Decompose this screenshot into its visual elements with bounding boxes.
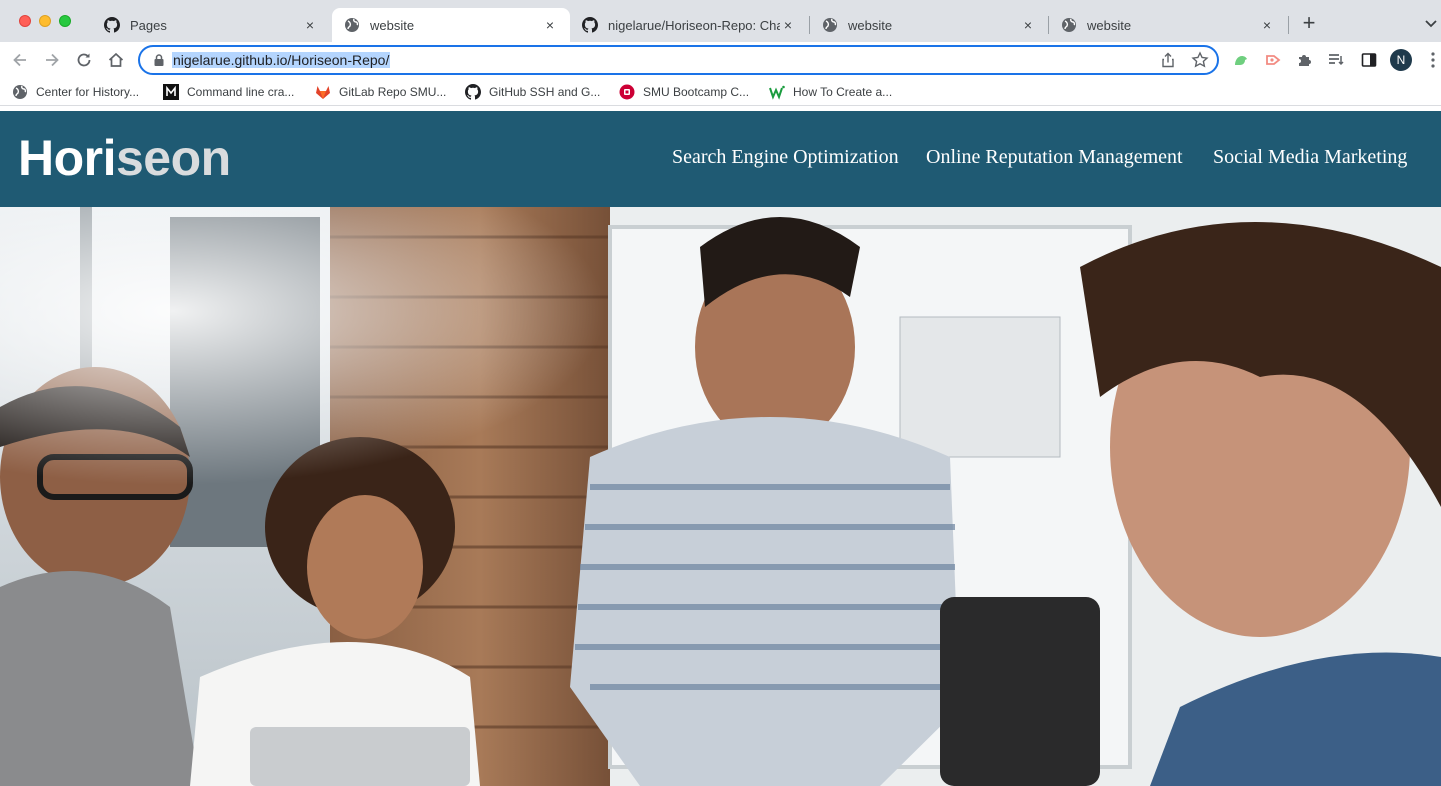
bookmark-item[interactable]: Command line cra...	[163, 83, 294, 101]
tab-close-icon[interactable]: ×	[1259, 17, 1275, 33]
more-menu-icon[interactable]	[1428, 51, 1438, 69]
extensions-puzzle-icon[interactable]	[1296, 51, 1314, 69]
bookmark-label: How To Create a...	[793, 85, 893, 99]
hero-image	[0, 207, 1441, 786]
logo-main-text: Hori	[18, 130, 117, 186]
bookmark-item[interactable]: How To Create a...	[769, 83, 892, 101]
tab-title: website	[848, 17, 893, 33]
browser-tab-github-repo[interactable]: nigelarue/Horiseon-Repo: Chal ×	[570, 8, 808, 42]
extension-app-icon[interactable]	[1232, 51, 1250, 69]
extension-clip-icon[interactable]	[1264, 51, 1282, 69]
m-logo-icon	[163, 84, 179, 100]
reload-icon[interactable]	[72, 48, 96, 72]
browser-tab-website[interactable]: website ×	[810, 8, 1048, 42]
w-icon	[769, 84, 785, 100]
address-bar[interactable]: nigelarue.github.io/Horiseon-Repo/	[138, 45, 1219, 75]
tab-title: Pages	[130, 17, 167, 33]
tab-title: website	[370, 17, 415, 33]
logo-accent-text: seon	[116, 130, 231, 186]
profile-avatar[interactable]: N	[1390, 49, 1412, 71]
bookmark-item[interactable]: GitHub SSH and G...	[465, 83, 600, 101]
nav-link-social-media[interactable]: Social Media Marketing	[1213, 146, 1407, 169]
browser-tab-website-active[interactable]: website ×	[332, 8, 570, 42]
browser-tab-pages[interactable]: Pages ×	[92, 8, 330, 42]
chevron-down-icon[interactable]	[1423, 15, 1439, 31]
nav-link-seo[interactable]: Search Engine Optimization	[672, 146, 899, 169]
gitlab-icon	[315, 84, 331, 100]
globe-icon	[1061, 17, 1077, 33]
globe-icon	[344, 17, 360, 33]
bookmark-label: SMU Bootcamp C...	[643, 85, 750, 99]
home-icon[interactable]	[104, 48, 128, 72]
tab-close-icon[interactable]: ×	[780, 17, 796, 33]
smu-icon	[619, 84, 635, 100]
github-icon	[582, 17, 598, 33]
bookmark-label: Center for History...	[36, 85, 140, 99]
bookmark-label: Command line cra...	[187, 85, 295, 99]
browser-tab-strip: Pages × website × nigelarue/Horiseon-Rep…	[0, 0, 1441, 42]
bookmarks-bar: Center for History... Command line cra..…	[0, 78, 1441, 106]
github-icon	[465, 84, 481, 100]
bookmark-label: GitHub SSH and G...	[489, 85, 601, 99]
window-zoom-button[interactable]	[59, 15, 71, 27]
bookmark-item[interactable]: Center for History...	[12, 83, 139, 101]
nav-link-reputation[interactable]: Online Reputation Management	[926, 146, 1183, 169]
window-minimize-button[interactable]	[39, 15, 51, 27]
reading-list-icon[interactable]	[1327, 51, 1345, 69]
lock-icon[interactable]	[152, 53, 166, 67]
bookmark-item[interactable]: SMU Bootcamp C...	[619, 83, 749, 101]
browser-toolbar: nigelarue.github.io/Horiseon-Repo/ N	[0, 42, 1441, 78]
window-close-button[interactable]	[19, 15, 31, 27]
globe-icon	[822, 17, 838, 33]
tab-close-icon[interactable]: ×	[542, 17, 558, 33]
share-icon[interactable]	[1160, 52, 1176, 68]
github-icon	[104, 17, 120, 33]
bookmark-item[interactable]: GitLab Repo SMU...	[315, 83, 446, 101]
tab-separator	[1288, 16, 1289, 34]
site-header: Horiseon Search Engine Optimization Onli…	[0, 111, 1441, 207]
web-page: Horiseon Search Engine Optimization Onli…	[0, 111, 1441, 786]
forward-arrow-icon[interactable]	[40, 48, 64, 72]
tab-close-icon[interactable]: ×	[1020, 17, 1036, 33]
site-logo[interactable]: Horiseon	[18, 129, 231, 187]
side-panel-icon[interactable]	[1360, 51, 1378, 69]
tab-close-icon[interactable]: ×	[302, 17, 318, 33]
globe-icon	[12, 84, 28, 100]
tab-title: website	[1087, 17, 1132, 33]
bookmark-label: GitLab Repo SMU...	[339, 85, 447, 99]
bookmark-star-icon[interactable]	[1191, 51, 1209, 69]
tab-title: nigelarue/Horiseon-Repo: Chal	[608, 17, 780, 33]
new-tab-button[interactable]: +	[1297, 12, 1321, 36]
address-url-text[interactable]: nigelarue.github.io/Horiseon-Repo/	[172, 52, 391, 68]
browser-tab-website[interactable]: website ×	[1049, 8, 1287, 42]
back-arrow-icon[interactable]	[8, 48, 32, 72]
